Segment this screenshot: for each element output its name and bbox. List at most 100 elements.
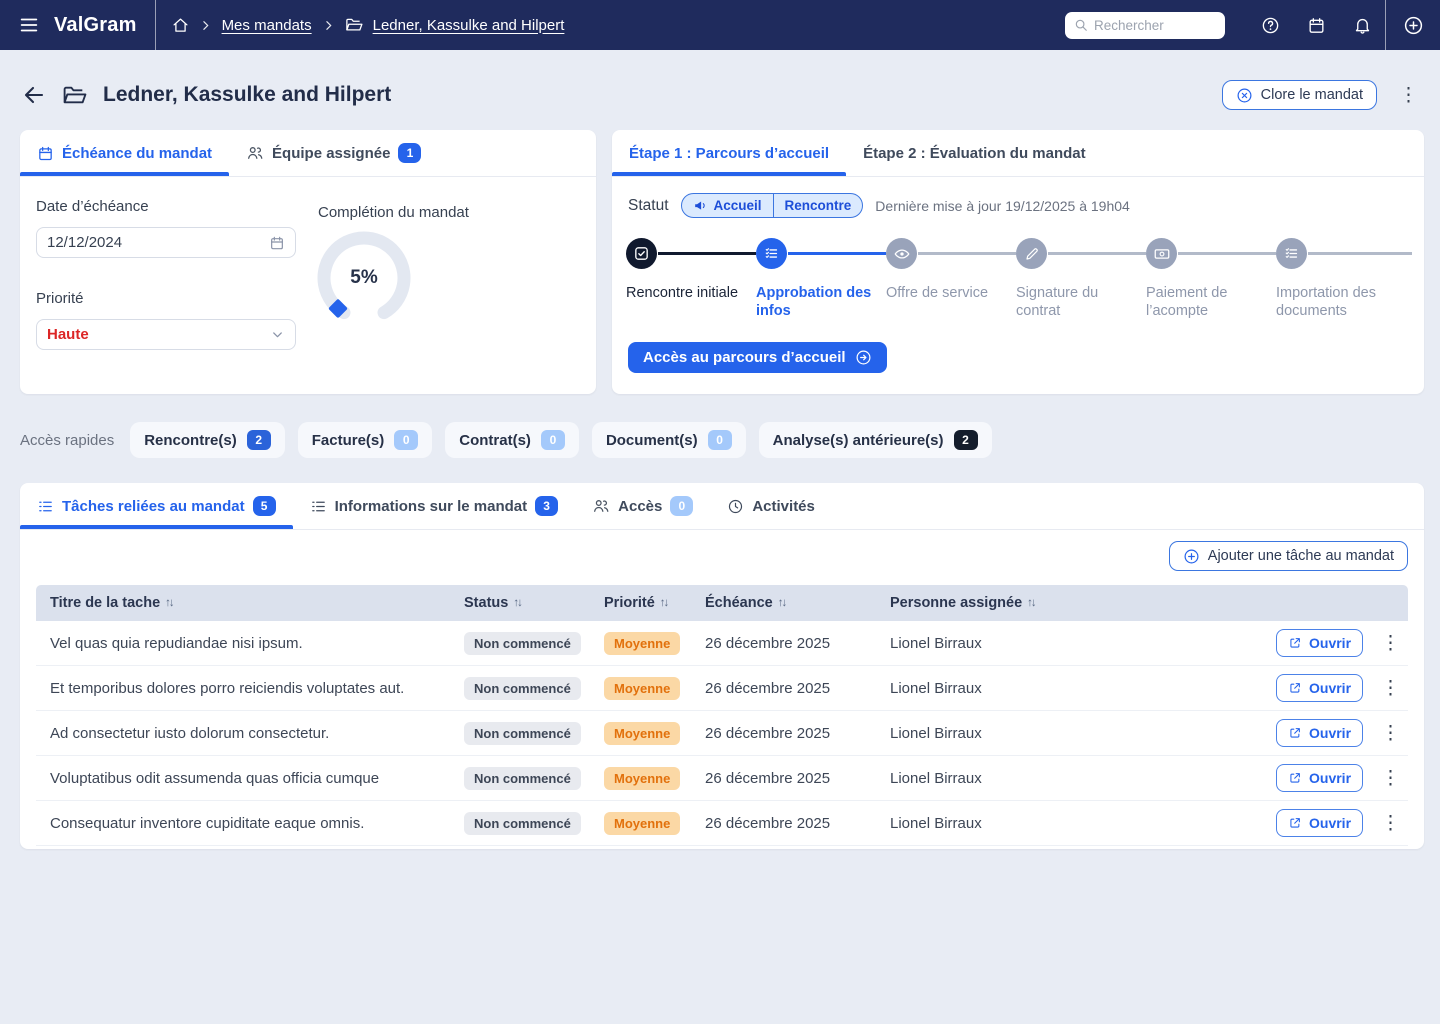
column-header-status[interactable]: Status↑↓	[464, 595, 604, 611]
home-icon[interactable]	[172, 17, 189, 34]
open-task-button[interactable]: Ouvrir	[1276, 719, 1363, 747]
help-icon[interactable]	[1247, 16, 1293, 35]
open-task-button[interactable]: Ouvrir	[1276, 809, 1363, 837]
task-title: Et temporibus dolores porro reiciendis v…	[50, 680, 464, 697]
step-approbation-infos[interactable]: Approbation des infos	[756, 238, 876, 320]
column-header-assignee[interactable]: Personne assignée↑↓	[890, 595, 1276, 611]
chip-rencontres[interactable]: Rencontre(s)2	[130, 422, 285, 458]
list-check-icon	[1276, 238, 1307, 269]
calendar-icon[interactable]	[269, 235, 285, 251]
status-label: Statut	[628, 197, 669, 215]
last-update-text: Dernière mise à jour 19/12/2025 à 19h04	[875, 198, 1130, 214]
tab-etape-1[interactable]: Étape 1 : Parcours d’accueil	[612, 130, 846, 176]
step-label: Paiement de l’acompte	[1146, 284, 1266, 320]
task-due-date: 26 décembre 2025	[705, 770, 890, 787]
menu-icon[interactable]	[18, 14, 40, 36]
search-input[interactable]	[1094, 18, 1204, 33]
tab-taches-mandat[interactable]: Tâches reliées au mandat 5	[20, 483, 293, 529]
chip-contrats[interactable]: Contrat(s)0	[445, 422, 579, 458]
people-icon	[246, 144, 264, 162]
step-label: Approbation des infos	[756, 284, 876, 320]
breadcrumb-link-mandats[interactable]: Mes mandats	[222, 17, 312, 34]
tab-equipe-assignee[interactable]: Équipe assignée 1	[229, 130, 438, 176]
row-kebab-button[interactable]: ⋮	[1375, 812, 1406, 835]
tab-label: Activités	[752, 498, 815, 515]
close-mandate-button[interactable]: Clore le mandat	[1222, 80, 1377, 110]
priority-select[interactable]: Haute	[36, 319, 296, 350]
row-kebab-button[interactable]: ⋮	[1375, 722, 1406, 745]
task-due-date: 26 décembre 2025	[705, 635, 890, 652]
breadcrumb-link-current[interactable]: Ledner, Kassulke and Hilpert	[373, 17, 565, 34]
column-header-due[interactable]: Échéance↑↓	[705, 595, 890, 611]
status-segment-label: Rencontre	[785, 198, 852, 213]
tab-echeance-mandat[interactable]: Échéance du mandat	[20, 130, 229, 176]
list-check-icon	[756, 238, 787, 269]
column-header-title[interactable]: Titre de la tache↑↓	[50, 595, 464, 611]
chip-documents[interactable]: Document(s)0	[592, 422, 746, 458]
header-kebab-button[interactable]: ⋮	[1393, 84, 1424, 107]
column-header-priority[interactable]: Priorité↑↓	[604, 595, 705, 611]
step-importation-documents[interactable]: Importation des documents	[1276, 238, 1396, 320]
open-task-button[interactable]: Ouvrir	[1276, 674, 1363, 702]
chevron-right-icon	[199, 19, 212, 32]
create-plus-icon[interactable]	[1386, 15, 1440, 36]
row-kebab-button[interactable]: ⋮	[1375, 767, 1406, 790]
task-due-date: 26 décembre 2025	[705, 680, 890, 697]
status-segment-rencontre: Rencontre	[773, 194, 863, 217]
task-title: Voluptatibus odit assumenda quas officia…	[50, 770, 464, 787]
completion-value: 5%	[308, 222, 420, 334]
back-button[interactable]	[22, 83, 46, 107]
status-pill: Accueil Rencontre	[681, 193, 864, 218]
due-date-input[interactable]	[47, 234, 269, 251]
search-box[interactable]	[1065, 12, 1225, 39]
date-field-label: Date d’échéance	[36, 198, 296, 215]
calendar-icon[interactable]	[1293, 16, 1339, 35]
status-segment-label: Accueil	[714, 198, 762, 213]
open-task-button[interactable]: Ouvrir	[1276, 629, 1363, 657]
add-task-button[interactable]: Ajouter une tâche au mandat	[1169, 541, 1408, 571]
chevron-right-icon	[322, 19, 335, 32]
task-assignee: Lionel Birraux	[890, 680, 1276, 697]
priority-badge: Moyenne	[604, 812, 680, 835]
priority-field-label: Priorité	[36, 290, 296, 307]
sort-icon[interactable]: ↑↓	[1027, 597, 1035, 609]
tab-label: Échéance du mandat	[62, 145, 212, 162]
tab-count-badge: 0	[670, 496, 693, 516]
sort-icon[interactable]: ↑↓	[778, 597, 786, 609]
tab-informations-mandat[interactable]: Informations sur le mandat 3	[293, 483, 576, 529]
step-label: Signature du contrat	[1016, 284, 1136, 320]
access-onboarding-button[interactable]: Accès au parcours d’accueil	[628, 342, 887, 373]
arrow-right-circle-icon	[855, 349, 872, 366]
completion-label: Complétion du mandat	[318, 204, 469, 221]
onboarding-card: Étape 1 : Parcours d’accueil Étape 2 : É…	[612, 130, 1424, 394]
external-link-icon	[1288, 816, 1302, 830]
sort-icon[interactable]: ↑↓	[165, 597, 173, 609]
completion-gauge: 5%	[308, 222, 420, 334]
step-offre-service[interactable]: Offre de service	[886, 238, 1006, 302]
folder-open-icon	[62, 83, 87, 108]
tab-activites[interactable]: Activités	[710, 483, 832, 529]
status-badge: Non commencé	[464, 677, 581, 700]
table-row: Vel quas quia repudiandae nisi ipsum. No…	[36, 621, 1408, 666]
status-segment-accueil: Accueil	[682, 194, 773, 217]
list-icon	[37, 498, 54, 515]
task-due-date: 26 décembre 2025	[705, 725, 890, 742]
tab-etape-2[interactable]: Étape 2 : Évaluation du mandat	[846, 130, 1103, 176]
step-signature-contrat[interactable]: Signature du contrat	[1016, 238, 1136, 320]
task-title: Ad consectetur iusto dolorum consectetur…	[50, 725, 464, 742]
sort-icon[interactable]: ↑↓	[660, 597, 668, 609]
row-kebab-button[interactable]: ⋮	[1375, 632, 1406, 655]
bell-icon[interactable]	[1339, 16, 1385, 35]
step-rencontre-initiale[interactable]: Rencontre initiale	[626, 238, 746, 302]
chip-analyses-anterieures[interactable]: Analyse(s) antérieure(s)2	[759, 422, 992, 458]
step-paiement-acompte[interactable]: Paiement de l’acompte	[1146, 238, 1266, 320]
chip-factures[interactable]: Facture(s)0	[298, 422, 433, 458]
row-kebab-button[interactable]: ⋮	[1375, 677, 1406, 700]
tab-acces[interactable]: Accès 0	[575, 483, 710, 529]
sort-icon[interactable]: ↑↓	[513, 597, 521, 609]
open-task-button[interactable]: Ouvrir	[1276, 764, 1363, 792]
due-date-field[interactable]	[36, 227, 296, 258]
task-title: Consequatur inventore cupiditate eaque o…	[50, 815, 464, 832]
status-badge: Non commencé	[464, 812, 581, 835]
deadline-card: Échéance du mandat Équipe assignée 1 Dat…	[20, 130, 596, 394]
